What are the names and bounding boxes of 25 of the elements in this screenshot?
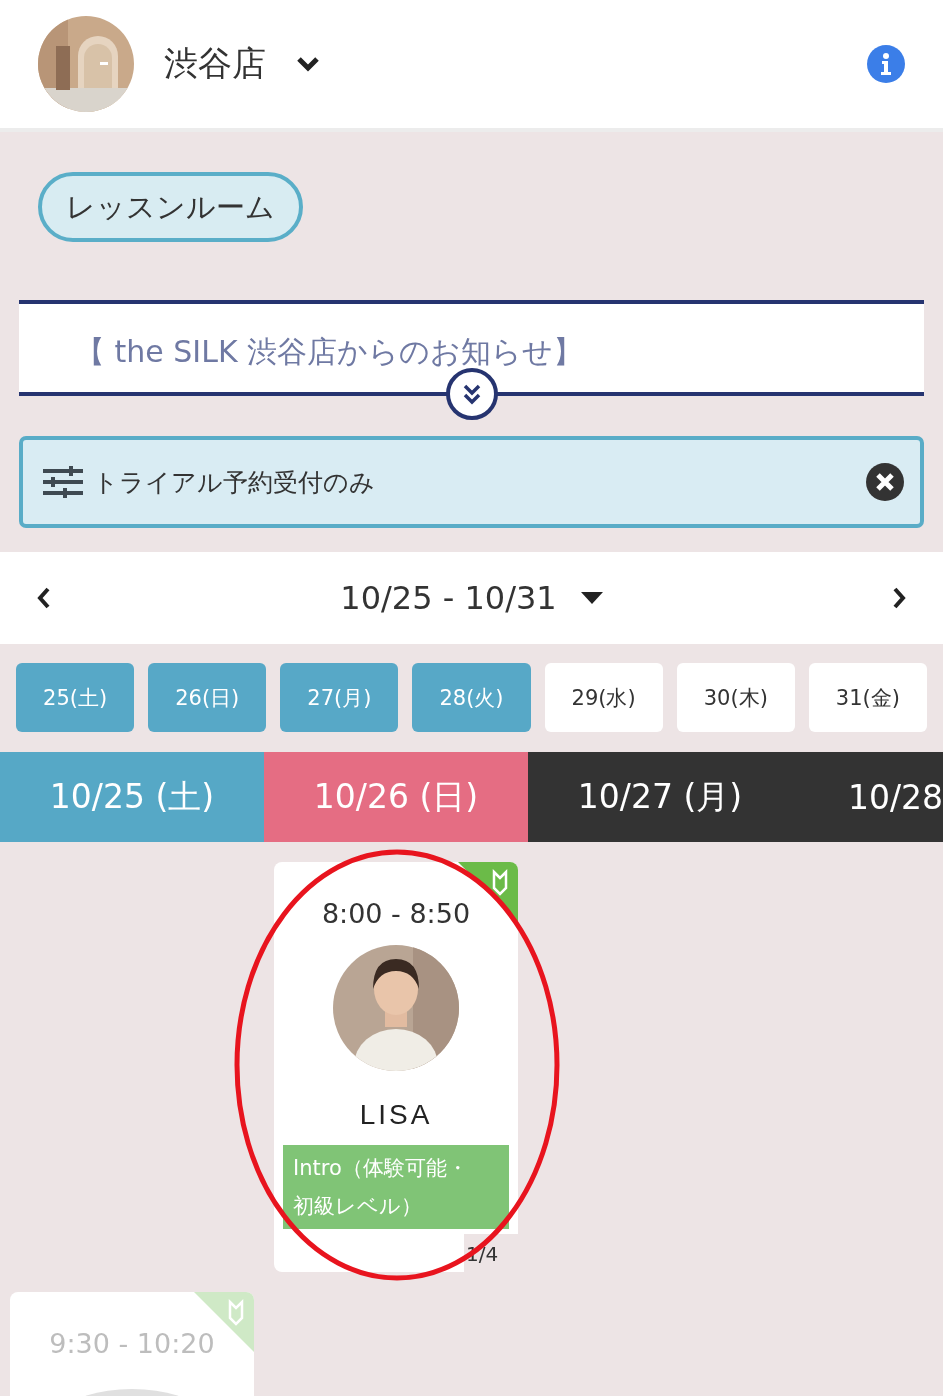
chevron-down-icon[interactable] bbox=[296, 56, 320, 72]
day-button[interactable]: 30(木) bbox=[676, 663, 795, 732]
store-name: 渋谷店 bbox=[164, 42, 266, 85]
chevrons-down-icon bbox=[461, 383, 482, 405]
close-icon[interactable] bbox=[866, 463, 904, 501]
lesson-time: 9:30 - 10:20 bbox=[49, 1328, 215, 1359]
filter-label: トライアル予約受付のみ bbox=[93, 466, 375, 499]
day-header: 10/25 (土) bbox=[0, 752, 264, 842]
next-icon[interactable] bbox=[891, 586, 907, 610]
filter-bar[interactable]: トライアル予約受付のみ bbox=[19, 436, 924, 528]
caret-down-icon bbox=[580, 592, 603, 604]
previous-icon[interactable] bbox=[36, 586, 52, 610]
instructor-name: LISA bbox=[359, 1099, 433, 1131]
day-header: 10/26 (日) bbox=[264, 752, 528, 842]
week-range[interactable]: 10/25 - 10/31 bbox=[340, 579, 603, 617]
level-tag: Intro（体験可能・初級レベル） bbox=[283, 1145, 509, 1229]
info-icon[interactable] bbox=[867, 45, 905, 83]
day-header: 10/28 bbox=[792, 752, 943, 842]
notice-text: 【 the SILK 渋谷店からのお知らせ】 bbox=[75, 334, 584, 370]
room-chip[interactable]: レッスンルーム bbox=[38, 172, 303, 242]
day-header: 10/27 (月) bbox=[528, 752, 792, 842]
day-button[interactable]: 29(水) bbox=[544, 663, 663, 732]
sliders-icon bbox=[43, 466, 83, 498]
lesson-time: 8:00 - 8:50 bbox=[321, 898, 471, 929]
day-button[interactable]: 31(金) bbox=[808, 663, 927, 732]
